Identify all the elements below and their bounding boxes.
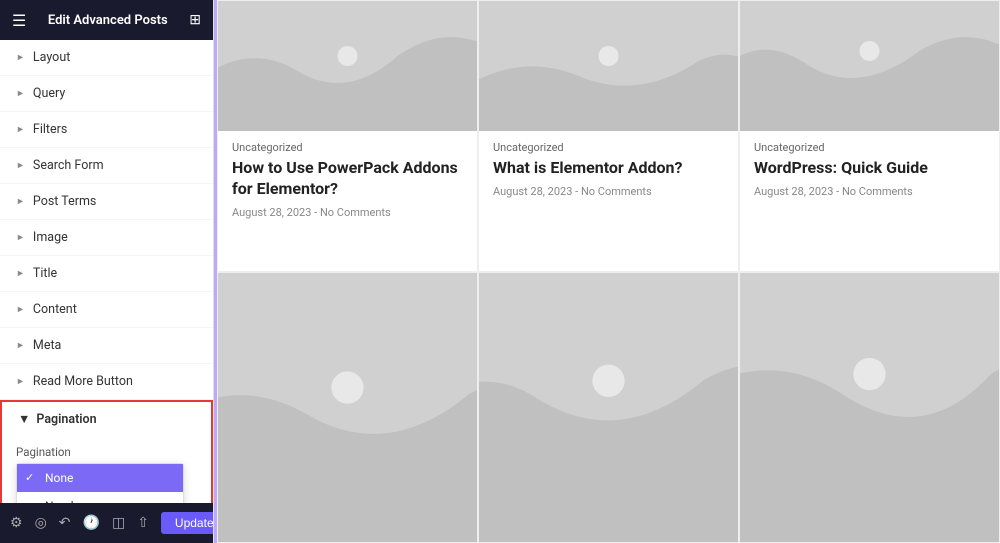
- post-title-2: What is Elementor Addon?: [493, 158, 724, 179]
- chevron-right-icon: ►: [16, 124, 25, 135]
- chevron-right-icon: ►: [16, 304, 25, 315]
- sidebar-item-label: Meta: [33, 338, 61, 353]
- post-category-3: Uncategorized: [754, 141, 985, 154]
- pagination-field-label: Pagination: [16, 445, 71, 459]
- post-card-3: Uncategorized WordPress: Quick Guide Aug…: [739, 0, 1000, 272]
- posts-row-2: [217, 272, 1000, 543]
- chevron-right-icon: ►: [16, 52, 25, 63]
- panel-header: ☰ Edit Advanced Posts ⊞: [0, 0, 213, 40]
- sidebar-item-filters[interactable]: ► Filters: [0, 112, 213, 148]
- layers-icon[interactable]: ◎: [35, 515, 47, 531]
- hamburger-icon[interactable]: ☰: [12, 11, 26, 30]
- sidebar-item-title[interactable]: ► Title: [0, 256, 213, 292]
- sidebar-item-query[interactable]: ► Query: [0, 76, 213, 112]
- post-image-1: [218, 1, 477, 131]
- post-body-1: Uncategorized How to Use PowerPack Addon…: [218, 131, 477, 271]
- settings-icon[interactable]: ⚙: [10, 515, 23, 531]
- history-icon[interactable]: 🕐: [83, 515, 100, 531]
- sidebar-item-content[interactable]: ► Content: [0, 292, 213, 328]
- chevron-right-icon: ►: [16, 160, 25, 171]
- undo-icon[interactable]: ↶: [59, 515, 71, 531]
- post-image-6: [740, 273, 999, 543]
- post-image-3: [740, 1, 999, 131]
- panel-nav: ► Layout ► Query ► Filters ► Search Form…: [0, 40, 213, 503]
- post-category-1: Uncategorized: [232, 141, 463, 154]
- sidebar-item-image[interactable]: ► Image: [0, 220, 213, 256]
- content-area: Uncategorized How to Use PowerPack Addon…: [214, 0, 1000, 543]
- pagination-section-label: Pagination: [36, 412, 96, 427]
- post-title-1: How to Use PowerPack Addons for Elemento…: [232, 158, 463, 200]
- sidebar-item-label: Read More Button: [33, 374, 133, 389]
- sidebar-item-label: Query: [33, 86, 65, 101]
- pagination-header[interactable]: ▼ Pagination: [2, 402, 211, 437]
- sidebar-item-meta[interactable]: ► Meta: [0, 328, 213, 364]
- sidebar-item-label: Image: [33, 230, 68, 245]
- posts-grid: Uncategorized How to Use PowerPack Addon…: [217, 0, 1000, 543]
- pagination-content: Pagination None Numbers Numbers + Previo…: [2, 437, 211, 503]
- chevron-right-icon: ►: [16, 376, 25, 387]
- pagination-section: ▼ Pagination Pagination None Numbers Num…: [0, 400, 213, 503]
- responsive-icon[interactable]: ◫: [112, 515, 125, 531]
- chevron-down-icon: ▼: [18, 412, 30, 427]
- post-date-3: August 28, 2023: [754, 185, 833, 198]
- panel-title: Edit Advanced Posts: [48, 13, 168, 28]
- sidebar-item-post-terms[interactable]: ► Post Terms: [0, 184, 213, 220]
- post-date-1: August 28, 2023: [232, 206, 311, 219]
- sidebar-item-layout[interactable]: ► Layout: [0, 40, 213, 76]
- post-body-2: Uncategorized What is Elementor Addon? A…: [479, 131, 738, 271]
- post-date-2: August 28, 2023: [493, 185, 572, 198]
- sidebar-item-label: Post Terms: [33, 194, 96, 209]
- post-meta-1: August 28, 2023 - No Comments: [232, 206, 463, 219]
- post-image-4: [218, 273, 477, 543]
- sidebar-item-label: Title: [33, 266, 57, 281]
- sidebar-item-search-form[interactable]: ► Search Form: [0, 148, 213, 184]
- post-card-5: [478, 272, 739, 543]
- arrow-up-icon[interactable]: ⇧: [137, 515, 149, 531]
- chevron-right-icon: ►: [16, 340, 25, 351]
- post-comments-2: No Comments: [581, 185, 652, 198]
- grid-icon[interactable]: ⊞: [189, 12, 201, 28]
- left-panel: ☰ Edit Advanced Posts ⊞ ► Layout ► Query…: [0, 0, 214, 543]
- update-button[interactable]: Update: [161, 512, 214, 534]
- pagination-dropdown-menu: None Numbers Numbers + Previous/Next Loa…: [16, 463, 184, 503]
- sidebar-item-label: Filters: [33, 122, 67, 137]
- dropdown-option-none[interactable]: None: [17, 464, 183, 492]
- post-card-1: Uncategorized How to Use PowerPack Addon…: [217, 0, 478, 272]
- post-image-2: [479, 1, 738, 131]
- pagination-row: Pagination: [16, 445, 197, 459]
- chevron-right-icon: ►: [16, 268, 25, 279]
- post-comments-3: No Comments: [842, 185, 913, 198]
- post-comments-1: No Comments: [320, 206, 391, 219]
- posts-row-1: Uncategorized How to Use PowerPack Addon…: [217, 0, 1000, 272]
- post-image-5: [479, 273, 738, 543]
- bottom-toolbar: ⚙ ◎ ↶ 🕐 ◫ ⇧ Update: [0, 503, 213, 543]
- dropdown-option-numbers[interactable]: Numbers: [17, 492, 183, 503]
- chevron-right-icon: ►: [16, 232, 25, 243]
- sidebar-item-label: Content: [33, 302, 77, 317]
- post-card-6: [739, 272, 1000, 543]
- sidebar-item-label: Layout: [33, 50, 70, 65]
- post-body-3: Uncategorized WordPress: Quick Guide Aug…: [740, 131, 999, 271]
- sidebar-item-label: Search Form: [33, 158, 104, 173]
- post-title-3: WordPress: Quick Guide: [754, 158, 985, 179]
- post-meta-2: August 28, 2023 - No Comments: [493, 185, 724, 198]
- post-meta-3: August 28, 2023 - No Comments: [754, 185, 985, 198]
- chevron-right-icon: ►: [16, 196, 25, 207]
- chevron-right-icon: ►: [16, 88, 25, 99]
- sidebar-item-read-more-button[interactable]: ► Read More Button: [0, 364, 213, 400]
- post-card-2: Uncategorized What is Elementor Addon? A…: [478, 0, 739, 272]
- post-card-4: [217, 272, 478, 543]
- post-category-2: Uncategorized: [493, 141, 724, 154]
